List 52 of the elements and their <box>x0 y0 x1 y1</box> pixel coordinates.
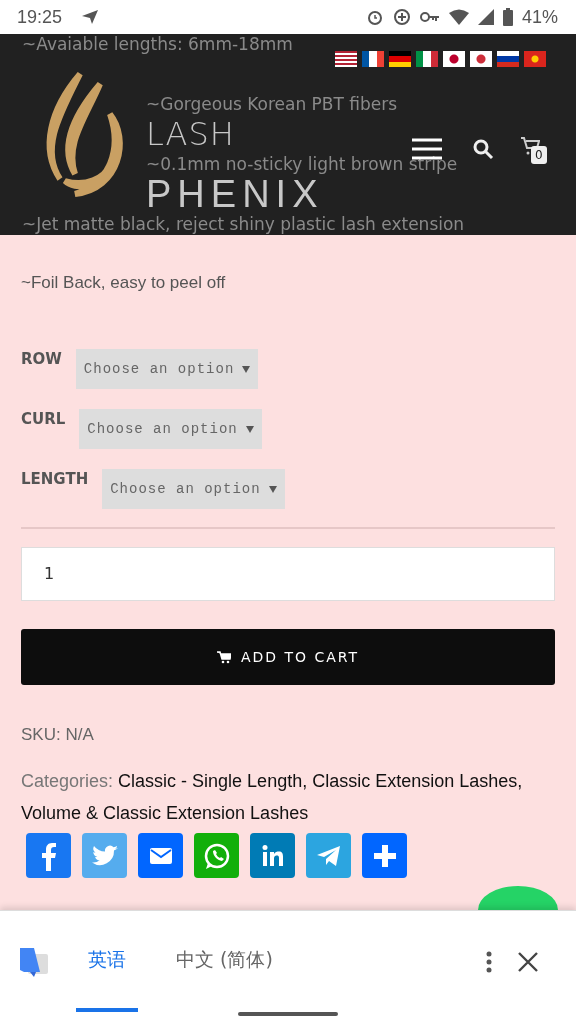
option-label: CURL <box>21 410 66 428</box>
logo-text[interactable]: PHENIX <box>146 174 324 214</box>
flag-icon[interactable] <box>497 51 519 67</box>
description-line: ~Gorgeous Korean PBT fibers <box>146 94 398 114</box>
flag-icon[interactable] <box>443 51 465 67</box>
facebook-share-button[interactable] <box>26 833 71 878</box>
categories-label: Categories: <box>21 770 114 793</box>
category-link[interactable]: Volume & Classic Extension Lashes <box>21 797 309 829</box>
flag-icon[interactable] <box>335 51 357 67</box>
flag-icon[interactable] <box>389 51 411 67</box>
cart-count-badge: 0 <box>531 146 547 164</box>
option-label: LENGTH <box>21 470 89 488</box>
more-icon[interactable] <box>486 950 492 973</box>
description-line: ~Jet matte black, reject shiny plastic lash extension <box>22 214 465 234</box>
option-dropdown[interactable]: Choose an option <box>79 409 262 449</box>
data-saver-icon <box>392 8 411 26</box>
linkedin-share-button[interactable] <box>250 833 295 878</box>
signal-icon <box>477 9 494 25</box>
gesture-handle[interactable] <box>238 1012 338 1016</box>
sku-text: SKU: N/A <box>21 725 95 745</box>
search-icon[interactable] <box>472 138 494 160</box>
option-dropdown[interactable]: Choose an option <box>102 469 285 509</box>
flag-icon[interactable] <box>362 51 384 67</box>
battery-icon <box>502 8 513 26</box>
send-icon <box>81 9 100 25</box>
translate-icon[interactable] <box>18 945 50 978</box>
alarm-icon <box>365 8 384 26</box>
option-dropdown[interactable]: Choose an option <box>75 349 259 389</box>
language-tab[interactable]: 英语 <box>76 911 138 1012</box>
option-label: ROW <box>21 350 62 368</box>
caret-icon <box>268 485 277 493</box>
category-link[interactable]: Classic - Single Length, <box>118 765 308 797</box>
key-icon <box>419 11 440 23</box>
add-to-cart-button[interactable]: ADD TO CART <box>21 629 555 685</box>
caret-icon <box>245 425 254 433</box>
battery-percent: 41% <box>521 6 558 28</box>
quantity-field[interactable]: 1 <box>21 547 555 601</box>
caret-icon <box>242 365 251 373</box>
telegram-share-button[interactable] <box>306 833 351 878</box>
category-link[interactable]: Classic Extension Lashes, <box>312 765 523 797</box>
close-icon[interactable] <box>518 951 538 972</box>
description-line: ~Foil Back, easy to peel off <box>21 273 227 293</box>
share-share-button[interactable] <box>362 833 407 878</box>
logo-text[interactable]: LASH <box>146 116 235 152</box>
description-line: ~0.1mm no-sticky light brown stripe <box>146 154 458 174</box>
wifi-icon <box>448 9 469 25</box>
email-share-button[interactable] <box>138 833 183 878</box>
language-tab[interactable]: 中文 (简体) <box>164 911 285 1012</box>
clock-time: 19:25 <box>17 6 63 28</box>
whatsapp-share-button[interactable] <box>194 833 239 878</box>
description-line: ~Avaiable lengths: 6mm-18mm <box>22 34 293 54</box>
cart-icon <box>216 650 231 664</box>
